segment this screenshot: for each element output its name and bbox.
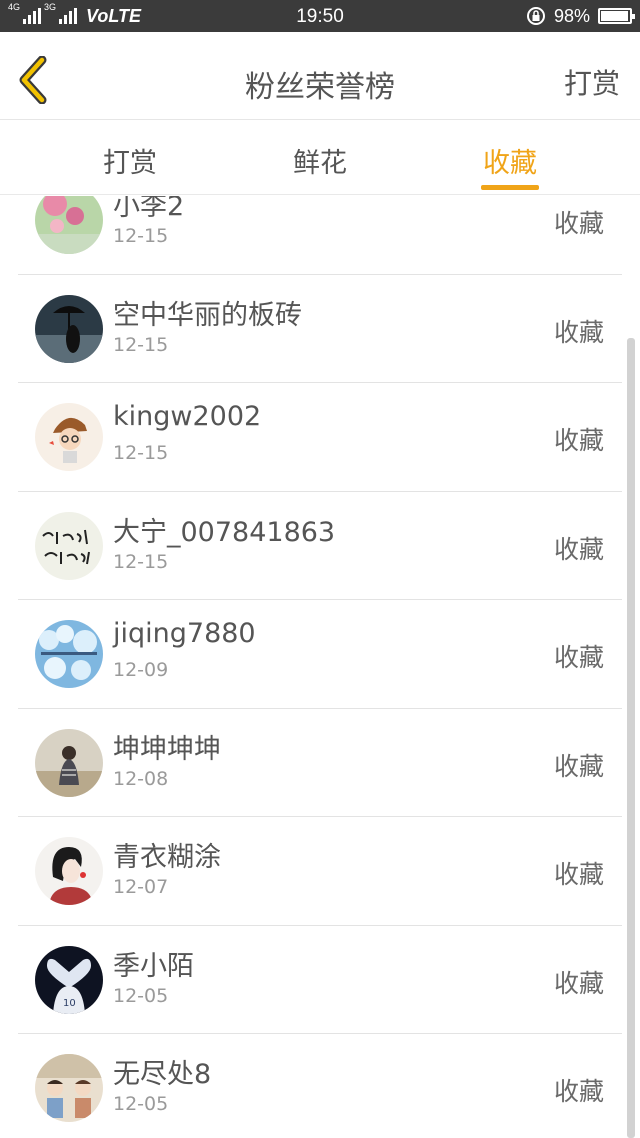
item-date: 12-05	[113, 1093, 169, 1115]
list-item[interactable]: 无尽处8 12-05 收藏	[18, 1034, 622, 1138]
tab-reward[interactable]: 打赏	[60, 121, 200, 195]
tab-bar: 打赏 鲜花 收藏	[0, 121, 640, 195]
app-header: 粉丝荣誉榜 打赏	[0, 32, 640, 120]
avatar[interactable]	[35, 1054, 103, 1122]
avatar[interactable]	[35, 620, 103, 688]
action-label: 收藏	[553, 1077, 604, 1106]
user-name: jiqing7880	[113, 618, 256, 649]
svg-text:10: 10	[63, 998, 76, 1009]
avatar[interactable]	[35, 403, 103, 471]
action-label: 收藏	[553, 534, 604, 564]
list-item[interactable]: 大宁_007841863 12-15 收藏	[18, 492, 622, 600]
list-item[interactable]: jiqing7880 12-09 收藏	[18, 600, 622, 709]
list-item[interactable]: 空中华丽的板砖 12-15 收藏	[18, 275, 622, 383]
user-name: 青衣糊涂	[113, 842, 221, 873]
item-date: 12-15	[113, 550, 169, 573]
action-label: 收藏	[553, 643, 604, 672]
tab-favorites[interactable]: 收藏	[440, 121, 580, 195]
avatar[interactable]	[35, 837, 103, 905]
list-item[interactable]: kingw2002 12-15 收藏	[18, 383, 622, 492]
battery-icon	[598, 8, 635, 24]
avatar[interactable]	[35, 728, 103, 797]
tab-label: 打赏	[103, 148, 157, 179]
list-item[interactable]: 10 季小陌 12-05 收藏	[18, 926, 622, 1034]
action-label: 收藏	[553, 751, 604, 781]
tab-flowers[interactable]: 鲜花	[250, 121, 390, 195]
user-name: 无尽处8	[113, 1059, 212, 1090]
reward-button[interactable]: 打赏	[564, 62, 620, 102]
fan-list[interactable]: 小李2 12-15 收藏 空中华丽的板砖 12-15 收藏 kingw2002 …	[0, 196, 640, 1138]
item-date: 12-15	[113, 442, 169, 464]
user-name: 空中华丽的板砖	[113, 299, 302, 331]
status-bar: 4G 3G VoLTE 19:50 98%	[0, 0, 640, 32]
battery-percent: 98%	[553, 5, 590, 26]
user-name: 小李2	[113, 196, 185, 222]
user-name: 季小陌	[113, 950, 194, 982]
action-label: 收藏	[553, 860, 604, 889]
active-tab-indicator	[481, 185, 539, 190]
user-name: 大宁_007841863	[113, 516, 336, 548]
item-date: 12-07	[113, 876, 169, 898]
avatar[interactable]	[35, 294, 103, 363]
page-title: 粉丝荣誉榜	[245, 70, 395, 105]
avatar[interactable]	[35, 196, 103, 254]
avatar[interactable]	[35, 511, 103, 580]
item-date: 12-09	[113, 659, 169, 681]
list-item[interactable]: 坤坤坤坤 12-08 收藏	[18, 709, 622, 817]
action-label: 收藏	[553, 317, 604, 347]
list-item[interactable]: 小李2 12-15 收藏	[18, 196, 622, 275]
rotation-lock-icon	[526, 7, 545, 25]
action-label: 收藏	[553, 968, 604, 998]
user-name: 坤坤坤坤	[113, 733, 221, 765]
status-right: 98%	[526, 4, 635, 28]
item-date: 12-15	[113, 333, 169, 356]
item-date: 12-15	[113, 225, 169, 247]
list-item[interactable]: 青衣糊涂 12-07 收藏	[18, 817, 622, 926]
scrollbar[interactable]	[627, 338, 635, 1138]
tab-label: 收藏	[483, 148, 537, 179]
user-name: kingw2002	[113, 401, 262, 432]
tab-label: 鲜花	[293, 148, 347, 179]
action-label: 收藏	[553, 426, 604, 455]
action-label: 收藏	[553, 209, 604, 238]
item-date: 12-05	[113, 984, 169, 1007]
avatar[interactable]: 10	[35, 945, 103, 1014]
item-date: 12-08	[113, 767, 169, 790]
